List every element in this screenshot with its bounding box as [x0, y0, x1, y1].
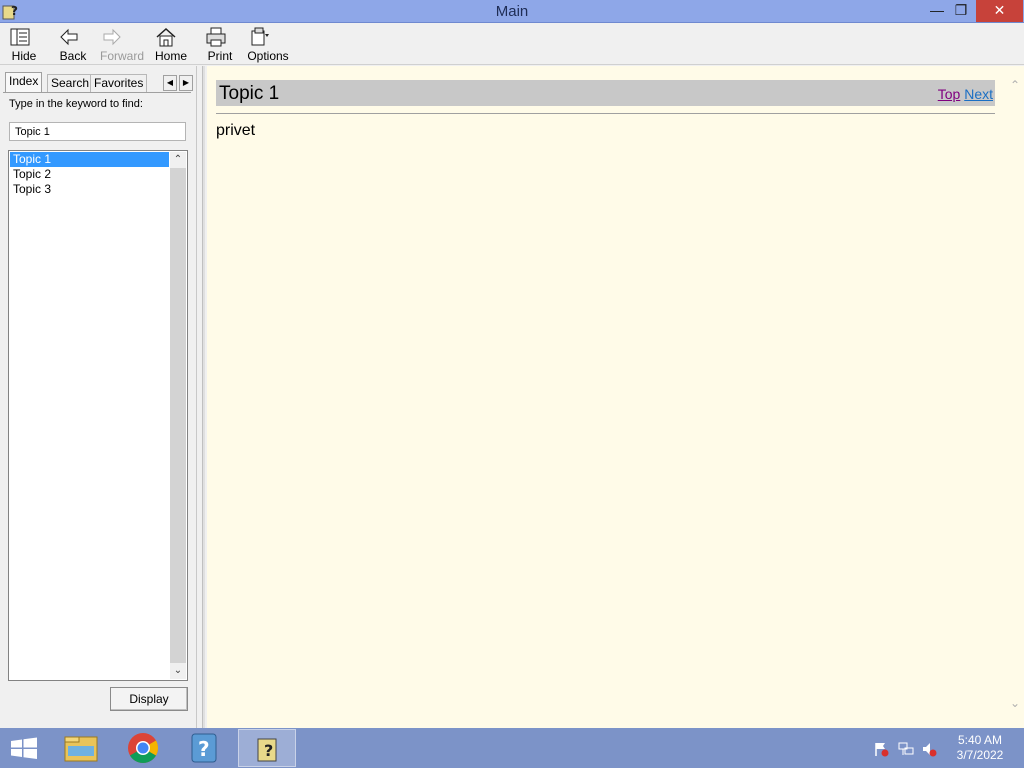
- chrome-icon: [128, 733, 159, 764]
- topic-content: Topic 1 Top Next privet ⌃ ⌄: [207, 66, 1024, 728]
- topic-list[interactable]: Topic 1 Topic 2 Topic 3 ⌃ ⌄: [8, 150, 188, 681]
- html-help-icon: ?: [257, 738, 277, 762]
- help-taskbar-button[interactable]: ?: [176, 729, 234, 767]
- hide-pane-icon: [10, 28, 30, 46]
- taskbar: ? ? 5:40 AM 3/7/2022: [0, 728, 1024, 768]
- home-icon: [156, 27, 176, 47]
- pane-splitter[interactable]: [202, 66, 205, 728]
- content-scroll-up-icon[interactable]: ⌃: [1008, 78, 1022, 92]
- tab-search[interactable]: Search: [47, 74, 94, 92]
- navigation-pane: Index Search Favorites ◀ ▶ Type in the k…: [0, 66, 197, 728]
- scroll-up-icon[interactable]: ⌃: [170, 152, 186, 168]
- options-button[interactable]: Options: [247, 23, 289, 63]
- folder-icon: [64, 736, 98, 762]
- printer-icon: [206, 27, 226, 47]
- network-icon[interactable]: [898, 741, 914, 757]
- help-question-icon: ?: [191, 733, 217, 763]
- start-button[interactable]: [0, 729, 48, 767]
- toolbar: Hide Back Forward Home Print Options: [0, 23, 1024, 65]
- forward-button[interactable]: Forward: [100, 23, 144, 63]
- system-clock[interactable]: 5:40 AM 3/7/2022: [948, 733, 1012, 763]
- top-link[interactable]: Top: [938, 86, 961, 102]
- forward-label: Forward: [100, 49, 145, 63]
- list-item[interactable]: Topic 3: [10, 182, 169, 197]
- svg-text:?: ?: [198, 737, 210, 761]
- tab-scroll-left-button[interactable]: ◀: [163, 75, 177, 91]
- hide-button[interactable]: Hide: [8, 23, 40, 63]
- restore-button[interactable]: ❐: [946, 0, 976, 22]
- windows-logo-icon: [11, 737, 37, 759]
- print-button[interactable]: Print: [204, 23, 236, 63]
- keyword-label: Type in the keyword to find:: [9, 98, 143, 110]
- display-button[interactable]: Display: [110, 687, 188, 711]
- close-button[interactable]: ✕: [976, 0, 1023, 22]
- action-center-flag-icon[interactable]: [873, 741, 889, 757]
- window-title: Main: [495, 3, 529, 20]
- hide-label: Hide: [11, 49, 37, 63]
- print-label: Print: [207, 49, 233, 63]
- scroll-down-icon[interactable]: ⌄: [170, 663, 186, 679]
- topic-title: Topic 1: [219, 83, 280, 104]
- title-bar: ? Main — ❐ ✕: [0, 0, 1024, 23]
- volume-muted-icon[interactable]: [921, 741, 937, 757]
- html-help-taskbar-button[interactable]: ?: [238, 729, 296, 767]
- topic-list-items: Topic 1 Topic 2 Topic 3: [10, 152, 169, 679]
- tab-index[interactable]: Index: [5, 72, 43, 93]
- tab-scroll-right-button[interactable]: ▶: [179, 75, 193, 91]
- nav-tabs: Index Search Favorites ◀ ▶: [3, 72, 193, 93]
- list-item[interactable]: Topic 1: [10, 152, 169, 167]
- back-button[interactable]: Back: [57, 23, 89, 63]
- back-arrow-icon: [60, 28, 78, 46]
- svg-text:?: ?: [264, 741, 273, 760]
- topic-divider: [216, 113, 995, 114]
- topic-list-scrollbar[interactable]: ⌃ ⌄: [170, 152, 186, 679]
- clock-time: 5:40 AM: [957, 733, 1003, 747]
- options-icon: [251, 27, 269, 46]
- tab-divider: [3, 92, 191, 93]
- file-explorer-taskbar-button[interactable]: [52, 729, 110, 767]
- options-label: Options: [247, 49, 289, 63]
- topic-nav-links: Top Next: [938, 86, 993, 102]
- home-button[interactable]: Home: [154, 23, 188, 63]
- list-item[interactable]: Topic 2: [10, 167, 169, 182]
- topic-body-text: privet: [216, 122, 256, 139]
- tab-favorites[interactable]: Favorites: [90, 74, 148, 92]
- content-scroll-down-icon[interactable]: ⌄: [1008, 696, 1022, 710]
- chrome-taskbar-button[interactable]: [114, 729, 172, 767]
- keyword-input[interactable]: [9, 122, 186, 141]
- topic-header-bar: Topic 1 Top Next: [216, 80, 995, 106]
- clock-date: 3/7/2022: [956, 748, 1004, 762]
- home-label: Home: [154, 49, 187, 63]
- back-label: Back: [59, 49, 87, 63]
- forward-arrow-icon: [103, 28, 121, 46]
- next-link[interactable]: Next: [964, 86, 993, 102]
